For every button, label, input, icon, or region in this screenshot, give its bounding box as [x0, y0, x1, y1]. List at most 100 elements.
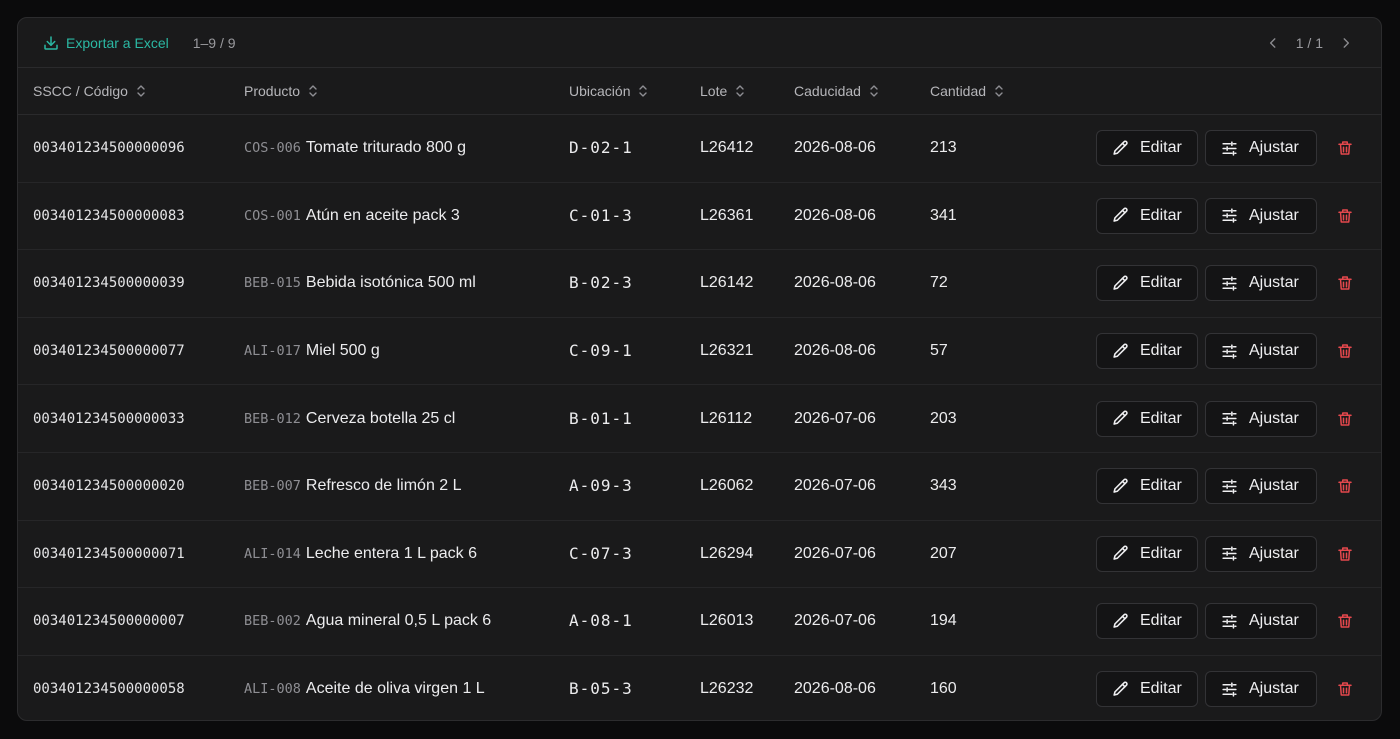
export-excel-button[interactable]: Exportar a Excel — [42, 34, 169, 52]
edit-button[interactable]: Editar — [1096, 130, 1198, 167]
cell-expiry: 2026-07-06 — [794, 452, 930, 520]
cell-lot: L26321 — [700, 317, 794, 385]
quantity-value: 72 — [930, 274, 948, 292]
pencil-icon — [1113, 207, 1128, 223]
column-header-quantity[interactable]: Cantidad — [930, 68, 1050, 115]
pencil-icon — [1113, 410, 1128, 426]
cell-lot: L26142 — [700, 250, 794, 318]
edit-button[interactable]: Editar — [1096, 603, 1198, 640]
trash-icon — [1338, 614, 1352, 629]
cell-expiry: 2026-08-06 — [794, 115, 930, 183]
product-code: ALI-008 — [244, 681, 301, 698]
expiry-value: 2026-07-06 — [794, 477, 876, 495]
edit-button[interactable]: Editar — [1096, 400, 1198, 437]
lot-value: L26013 — [700, 612, 754, 630]
lot-value: L26112 — [700, 409, 753, 427]
cell-expiry: 2026-08-06 — [794, 317, 930, 385]
adjust-button[interactable]: Ajustar — [1205, 265, 1317, 302]
delete-button[interactable] — [1335, 544, 1355, 564]
product-code: ALI-014 — [244, 545, 301, 562]
adjust-label: Ajustar — [1249, 612, 1299, 630]
product-code: BEB-002 — [244, 613, 301, 630]
cell-sscc: 003401234500000058 — [18, 655, 244, 720]
cell-product: BEB-015 Bebida isotónica 500 ml — [244, 250, 569, 318]
lot-value: L26142 — [700, 274, 754, 292]
cell-actions: Editar Ajustar — [1050, 655, 1381, 720]
pencil-icon — [1113, 478, 1128, 493]
cell-actions: Editar Ajustar — [1050, 385, 1381, 453]
expiry-value: 2026-08-06 — [794, 274, 876, 292]
column-header-label: Producto — [244, 83, 301, 99]
delete-button[interactable] — [1335, 409, 1355, 429]
delete-button[interactable] — [1335, 206, 1355, 226]
cell-product: COS-001 Atún en aceite pack 3 — [244, 182, 569, 250]
adjust-button[interactable]: Ajustar — [1205, 197, 1317, 234]
cell-quantity: 194 — [930, 588, 1050, 656]
column-header-sscc[interactable]: SSCC / Código — [18, 68, 244, 115]
delete-button[interactable] — [1335, 341, 1355, 361]
edit-button[interactable]: Editar — [1096, 333, 1198, 370]
trash-icon — [1338, 344, 1352, 358]
adjust-button[interactable]: Ajustar — [1205, 400, 1317, 437]
column-header-product[interactable]: Producto — [244, 68, 569, 115]
column-header-lot[interactable]: Lote — [700, 68, 794, 115]
chevron-left-icon — [1269, 37, 1276, 48]
adjust-button[interactable]: Ajustar — [1205, 671, 1317, 708]
cell-sscc: 003401234500000007 — [18, 588, 244, 656]
sscc-value: 003401234500000083 — [33, 207, 185, 224]
edit-button[interactable]: Editar — [1096, 468, 1198, 505]
column-header-label: Cantidad — [930, 83, 987, 99]
sliders-icon — [1222, 546, 1237, 561]
row-actions: Editar Ajustar — [1050, 130, 1381, 167]
delete-button[interactable] — [1335, 273, 1355, 293]
cell-product: ALI-008 Aceite de oliva virgen 1 L — [244, 655, 569, 720]
column-header-location[interactable]: Ubicación — [569, 68, 700, 115]
delete-button[interactable] — [1335, 679, 1355, 699]
delete-button[interactable] — [1335, 476, 1355, 496]
cell-actions: Editar Ajustar — [1050, 182, 1381, 250]
delete-button[interactable] — [1335, 611, 1355, 631]
product-name: Aceite de oliva virgen 1 L — [305, 680, 485, 698]
cell-sscc: 003401234500000071 — [18, 520, 244, 588]
prev-page-button[interactable] — [1264, 34, 1282, 52]
product-name: Refresco de limón 2 L — [305, 477, 462, 495]
cell-quantity: 213 — [930, 115, 1050, 183]
product-code: BEB-012 — [244, 410, 301, 427]
sliders-icon — [1222, 614, 1237, 629]
quantity-value: 203 — [930, 409, 957, 427]
expiry-value: 2026-07-06 — [794, 409, 876, 427]
cell-location: A-09-3 — [569, 452, 700, 520]
pencil-icon — [1113, 343, 1128, 358]
cell-expiry: 2026-07-06 — [794, 385, 930, 453]
sscc-value: 003401234500000020 — [33, 478, 185, 495]
location-value: C-09-1 — [569, 341, 633, 361]
expiry-value: 2026-08-06 — [794, 342, 876, 360]
adjust-button[interactable]: Ajustar — [1205, 333, 1317, 370]
trash-icon — [1338, 209, 1352, 223]
next-page-button[interactable] — [1337, 34, 1355, 52]
cell-lot: L26112 — [700, 385, 794, 453]
cell-quantity: 160 — [930, 655, 1050, 720]
quantity-value: 194 — [930, 612, 957, 630]
location-value: A-09-3 — [569, 476, 633, 496]
delete-button[interactable] — [1335, 138, 1355, 158]
cell-product: BEB-007 Refresco de limón 2 L — [244, 452, 569, 520]
edit-button[interactable]: Editar — [1096, 265, 1198, 302]
adjust-button[interactable]: Ajustar — [1205, 603, 1317, 640]
inventory-panel: Exportar a Excel 1–9 / 9 1 / 1 SSCC / Có… — [17, 17, 1382, 721]
table-row: 003401234500000033 BEB-012 Cerveza botell… — [18, 385, 1381, 453]
edit-label: Editar — [1140, 544, 1182, 562]
sort-icon — [995, 85, 1003, 97]
column-header-expiry[interactable]: Caducidad — [794, 68, 930, 115]
edit-button[interactable]: Editar — [1096, 535, 1198, 572]
adjust-button[interactable]: Ajustar — [1205, 468, 1317, 505]
adjust-button[interactable]: Ajustar — [1205, 535, 1317, 572]
adjust-button[interactable]: Ajustar — [1205, 130, 1317, 167]
edit-button[interactable]: Editar — [1096, 671, 1198, 708]
edit-button[interactable]: Editar — [1096, 197, 1198, 234]
adjust-label: Ajustar — [1249, 139, 1299, 157]
table-body: 003401234500000096 COS-006 Tomate tritura… — [18, 115, 1381, 721]
cell-location: B-02-3 — [569, 250, 700, 318]
pagination: 1 / 1 — [1264, 34, 1355, 52]
lot-value: L26062 — [700, 477, 754, 495]
